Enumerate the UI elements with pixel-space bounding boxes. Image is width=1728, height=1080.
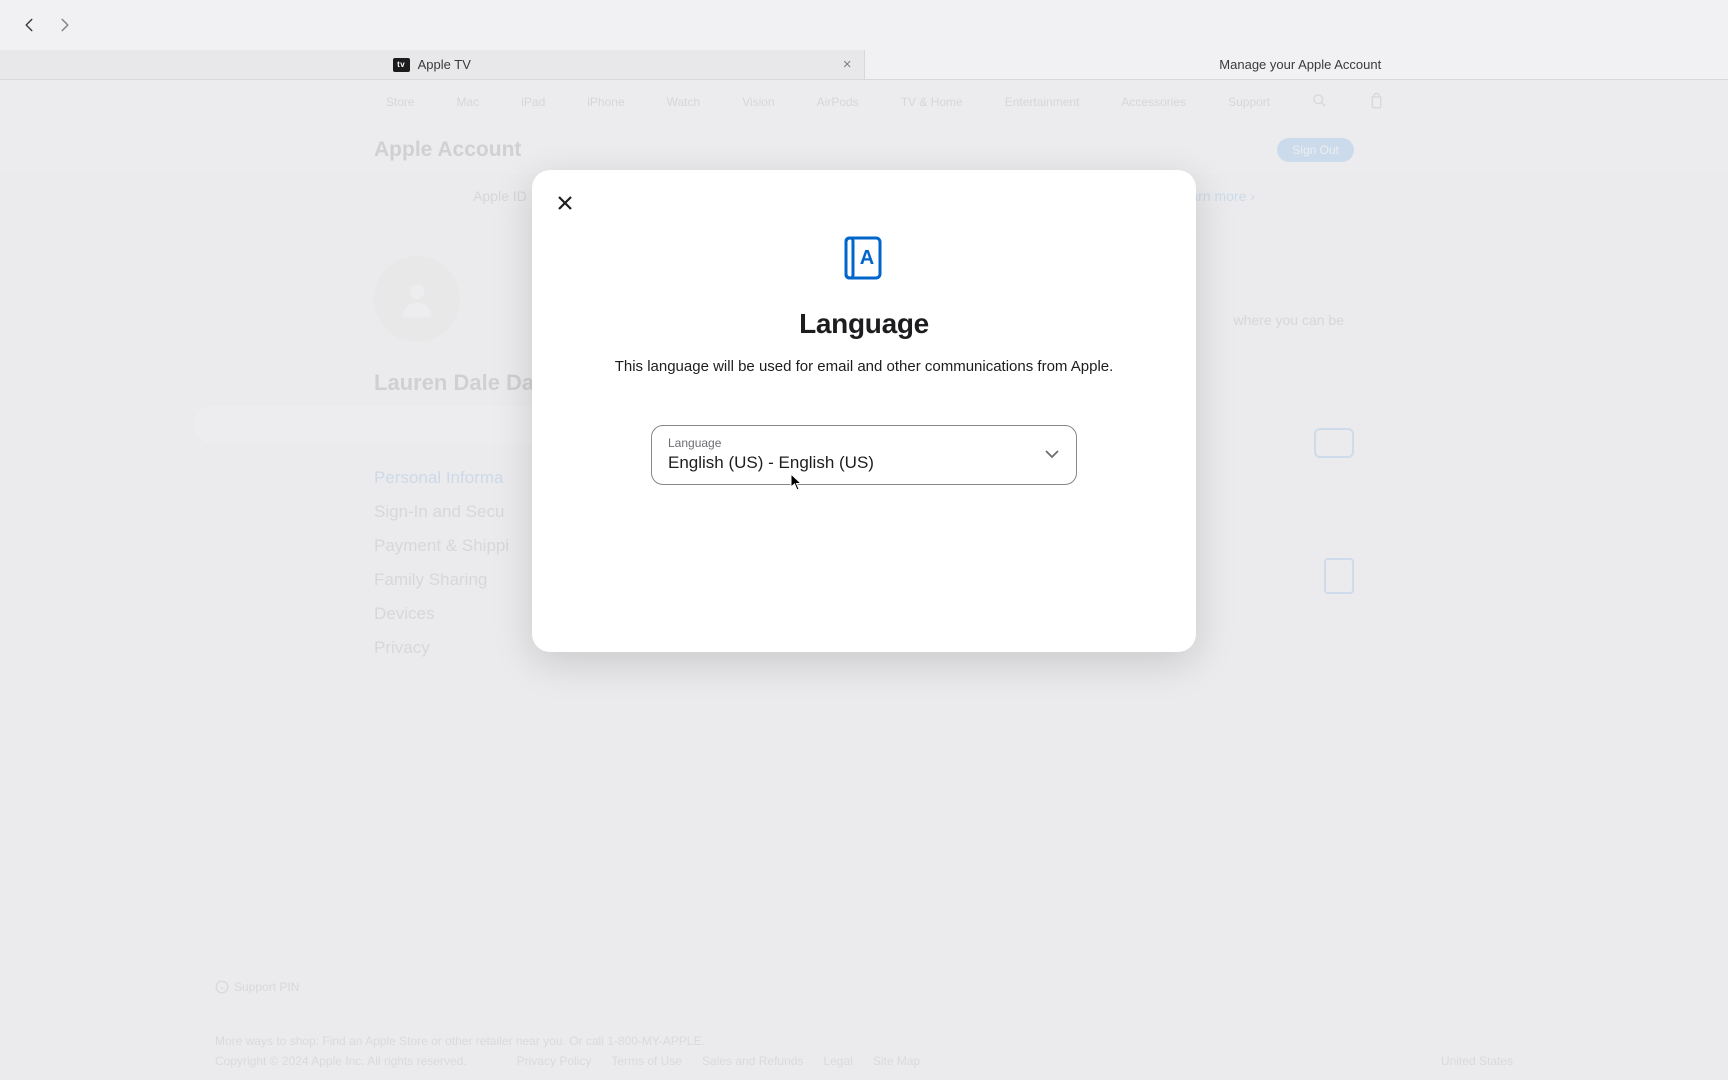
language-modal: A Language This language will be used fo…	[532, 170, 1196, 652]
language-book-icon: A	[838, 232, 890, 284]
tab-apple-tv[interactable]: tv Apple TV ×	[0, 50, 865, 79]
apple-tv-icon: tv	[393, 58, 410, 72]
modal-title: Language	[799, 308, 929, 340]
close-tab-icon[interactable]: ×	[843, 57, 852, 72]
browser-nav-bar	[0, 0, 1728, 50]
close-button[interactable]	[554, 192, 576, 214]
modal-overlay: A Language This language will be used fo…	[0, 80, 1728, 1080]
language-select[interactable]: Language English (US) - English (US)	[651, 425, 1077, 485]
chevron-down-icon	[1045, 446, 1059, 464]
tab-apple-account[interactable]: Manage your Apple Account	[865, 50, 1728, 79]
tab-strip: tv Apple TV × Manage your Apple Account	[0, 50, 1728, 80]
select-value: English (US) - English (US)	[668, 452, 1032, 474]
back-button[interactable]	[20, 16, 38, 34]
forward-button[interactable]	[56, 16, 74, 34]
tab-label: Manage your Apple Account	[1219, 57, 1381, 72]
modal-description: This language will be used for email and…	[615, 358, 1114, 375]
select-floating-label: Language	[668, 436, 1032, 452]
tab-label: Apple TV	[418, 57, 471, 72]
svg-text:A: A	[860, 247, 874, 269]
